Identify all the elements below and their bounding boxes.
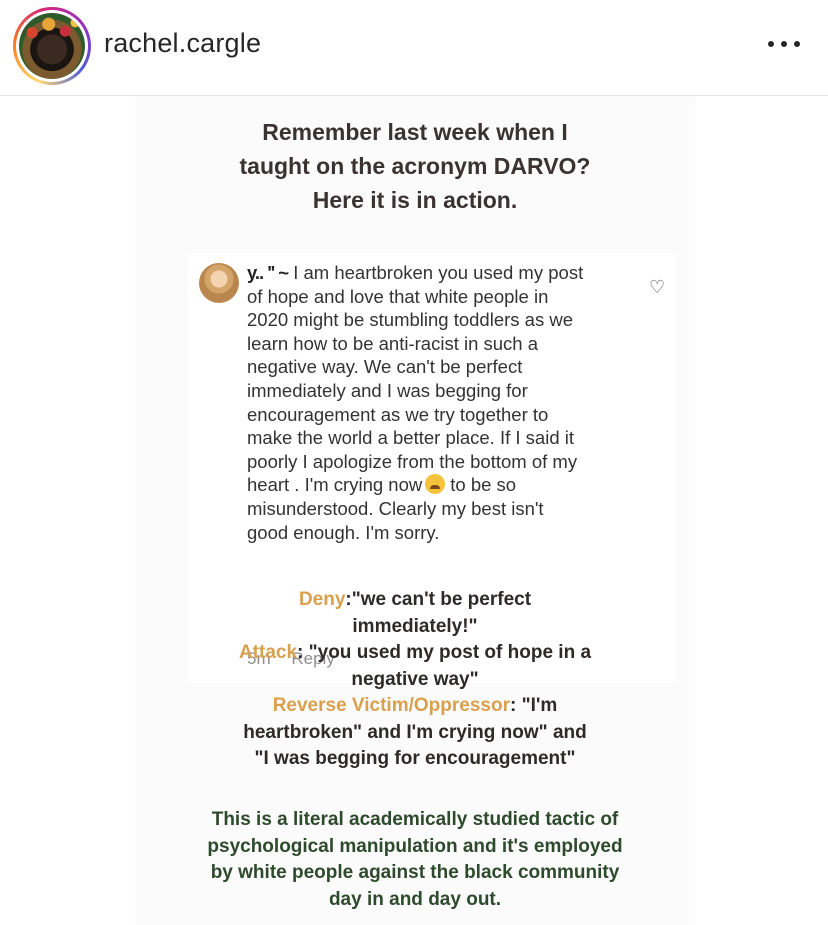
more-dot xyxy=(768,41,774,47)
attack-text: negative way" xyxy=(351,668,479,690)
more-dot xyxy=(794,41,800,47)
comment-line: poorly I apologize from the bottom of my xyxy=(247,450,578,472)
headline-line: Remember last week when I xyxy=(262,119,568,145)
conclusion-line: This is a literal academically studied t… xyxy=(211,809,619,830)
headline-line: taught on the acronym DARVO? xyxy=(239,153,591,179)
commenter-avatar xyxy=(199,263,239,303)
deny-text: immediately!" xyxy=(352,615,478,637)
comment-line: make the world a better place. If I said… xyxy=(247,427,574,449)
conclusion-line: psychological manipulation and it's empl… xyxy=(207,835,623,857)
reverse-label: Reverse Victim/Oppressor xyxy=(272,695,510,716)
headline-line: Here it is in action. xyxy=(312,187,518,213)
commenter-username: y.. '' ~ xyxy=(247,262,289,283)
avatar[interactable] xyxy=(19,13,85,79)
heart-outline-icon[interactable]: ♡ xyxy=(649,277,665,298)
conclusion-text: This is a literal academically studied t… xyxy=(135,807,695,913)
comment-line: to be so xyxy=(450,474,517,496)
story-ring[interactable] xyxy=(13,7,91,85)
comment-line: heart . I'm crying now xyxy=(247,474,423,496)
comment-line: immediately and I was begging for xyxy=(247,379,528,401)
comment-line: I am heartbroken you used my post xyxy=(293,262,584,283)
deny-text: :"we can't be perfect xyxy=(345,589,532,610)
crying-face-icon xyxy=(425,474,446,495)
comment-line: 2020 might be stumbling toddlers as we xyxy=(247,309,573,331)
deny-label: Deny xyxy=(298,589,346,610)
comment-line: good enough. I'm sorry. xyxy=(247,521,440,543)
more-options-icon[interactable] xyxy=(764,30,804,58)
post-headline: Remember last week when I taught on the … xyxy=(135,115,695,217)
darvo-analysis: Deny:"we can't be perfect immediately!" … xyxy=(135,587,695,773)
comment-line: of hope and love that white people in xyxy=(247,285,549,307)
username[interactable]: rachel.cargle xyxy=(104,28,261,59)
attack-text: : "you used my post of hope in a xyxy=(297,642,592,663)
comment-text: y.. '' ~ I am heartbroken you used my po… xyxy=(247,261,637,544)
reverse-text: : "I'm xyxy=(509,695,558,716)
more-dot xyxy=(781,41,787,47)
post-header: rachel.cargle xyxy=(0,0,828,96)
comment-line: negative way. We can't be perfect xyxy=(247,356,523,378)
attack-label: Attack xyxy=(238,642,298,663)
avatar-flowers xyxy=(19,13,85,41)
reverse-text: heartbroken" and I'm crying now" and xyxy=(243,721,587,743)
conclusion-line: by white people against the black commun… xyxy=(210,862,620,883)
comment-line: learn how to be anti-racist in such a xyxy=(247,332,539,354)
reverse-text: "I was begging for encouragement" xyxy=(254,748,576,769)
comment-line: encouragement as we try together to xyxy=(247,403,549,425)
conclusion-line: day in and day out. xyxy=(328,888,502,910)
comment-line: misunderstood. Clearly my best isn't xyxy=(247,497,544,519)
post-image[interactable]: Remember last week when I taught on the … xyxy=(135,97,695,925)
